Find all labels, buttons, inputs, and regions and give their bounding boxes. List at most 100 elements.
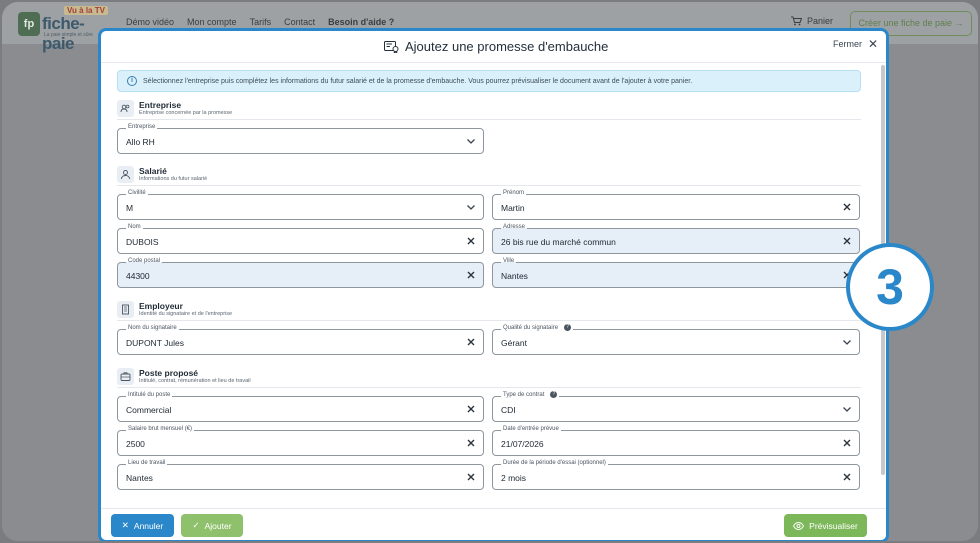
info-icon: i [127,76,137,86]
section-title: Salarié [139,166,167,176]
section-subtitle: Intitulé, contrat, rémunération et lieu … [139,378,251,384]
field-value: Gérant [501,338,527,348]
clear-icon[interactable] [841,201,853,213]
help-icon[interactable]: ? [564,324,572,331]
lieu-travail-field[interactable]: Lieu de travail Nantes [117,459,484,490]
site-logo[interactable]: fp fiche-paie Vu à la TV La paie simple … [18,6,108,53]
building-icon [117,301,134,318]
field-label: Nom du signataire [126,324,179,333]
intitule-poste-field[interactable]: Intitulé du poste Commercial [117,391,484,422]
clear-icon[interactable] [841,235,853,247]
prenom-field[interactable]: Prénom Martin [492,189,860,220]
close-icon: ✕ [868,37,879,51]
field-value: Martin [501,203,525,213]
nav-contact[interactable]: Contact [284,17,315,27]
periode-essai-field[interactable]: Durée de la période d'essai (optionnel) … [492,459,860,490]
field-value: M [126,203,134,213]
clear-icon[interactable] [841,437,853,449]
type-contrat-select[interactable]: Type de contrat? CDI [492,391,860,422]
section-title: Employeur [139,301,183,311]
eye-icon [793,521,805,530]
section-title: Entreprise [139,100,182,110]
clear-icon[interactable] [465,471,477,483]
cart-label: Panier [807,16,834,26]
salaire-field[interactable]: Salaire brut mensuel (€) 2500 [117,425,484,456]
info-text: Sélectionnez l'entreprise puis complétez… [143,77,693,85]
adresse-field[interactable]: Adresse 26 bis rue du marché commun [492,223,860,254]
screenshot-frame: fp fiche-paie Vu à la TV La paie simple … [2,2,978,541]
help-icon[interactable]: ? [550,391,558,398]
users-icon [117,100,134,117]
add-button[interactable]: ✓ Ajouter [181,514,243,537]
field-value: Allo RH [126,137,155,147]
entreprise-select[interactable]: Entreprise Allo RH [117,123,484,154]
clear-icon[interactable] [465,437,477,449]
clear-icon[interactable] [465,235,477,247]
section-entreprise: Entreprise Entreprise concernée par la p… [117,100,861,120]
section-subtitle: Identité du signataire et de l'entrepris… [139,311,233,317]
clear-icon[interactable] [465,336,477,348]
section-poste: Poste proposé Intitulé, contrat, rémunér… [117,368,861,388]
close-button[interactable]: Fermer ✕ [833,37,878,51]
preview-label: Prévisualiser [809,520,858,531]
section-subtitle: Informations du futur salarié [139,176,208,182]
section-subtitle: Entreprise concernée par la promesse [139,110,233,116]
date-entree-field[interactable]: Date d'entrée prévue 21/07/2026 [492,425,860,456]
code-postal-field[interactable]: Code postal 44300 [117,257,484,288]
field-label: Qualité du signataire? [501,324,574,334]
nav-mon-compte[interactable]: Mon compte [187,17,237,27]
info-banner: i Sélectionnez l'entreprise puis complét… [117,70,861,92]
main-nav: Démo vidéo Mon compte Tarifs Contact Bes… [126,17,394,27]
preview-button[interactable]: Prévisualiser [784,514,867,537]
field-label-text: Type de contrat [503,392,545,399]
field-value: CDI [501,405,516,415]
field-label: Lieu de travail [126,459,168,468]
clear-icon[interactable] [465,403,477,415]
civilite-select[interactable]: Civilité M [117,189,484,220]
field-label: Entreprise [126,123,158,132]
logo-tv-tag: Vu à la TV [64,6,108,15]
chevron-down-icon [843,407,851,412]
field-value: Nantes [126,473,153,483]
clear-icon[interactable] [841,471,853,483]
section-employeur: Employeur Identité du signataire et de l… [117,301,861,321]
check-icon: ✓ [192,520,200,530]
ville-field[interactable]: Ville Nantes [492,257,860,288]
step-number-badge: 3 [846,243,934,331]
field-label: Durée de la période d'essai (optionnel) [501,459,608,468]
qualite-signataire-select[interactable]: Qualité du signataire? Gérant [492,324,860,355]
field-value: 44300 [126,271,150,281]
section-salarie: Salarié Informations du futur salarié [117,166,861,186]
field-value: DUBOIS [126,237,159,247]
field-label: Nom [126,223,143,232]
close-icon: ✕ [121,520,129,530]
modal-footer: ✕ Annuler ✓ Ajouter Prévisualiser [101,508,886,540]
nav-tarifs[interactable]: Tarifs [250,17,272,27]
field-value: 21/07/2026 [501,439,544,449]
add-label: Ajouter [204,520,232,531]
nom-field[interactable]: Nom DUBOIS [117,223,484,254]
logo-badge: fp [18,12,40,36]
field-value: Commercial [126,405,172,415]
field-value: 26 bis rue du marché commun [501,237,616,247]
field-label: Ville [501,257,517,266]
field-label: Intitulé du poste [126,391,173,400]
cancel-label: Annuler [133,520,164,531]
cart-link[interactable]: Panier [791,16,833,26]
field-label: Type de contrat? [501,391,560,401]
briefcase-icon [117,368,134,385]
nav-aide[interactable]: Besoin d'aide ? [328,17,394,27]
cart-icon [791,16,802,26]
field-value: DUPONT Jules [126,338,184,348]
nav-demo-video[interactable]: Démo vidéo [126,17,174,27]
section-title: Poste proposé [139,368,199,378]
field-value: 2 mois [501,473,527,483]
field-label: Date d'entrée prévue [501,425,561,434]
field-value: 2500 [126,439,145,449]
chevron-down-icon [843,340,851,345]
field-label: Civilité [126,189,148,198]
nom-signataire-field[interactable]: Nom du signataire DUPONT Jules [117,324,484,355]
cancel-button[interactable]: ✕ Annuler [111,514,174,537]
promesse-embauche-modal: Ajoutez une promesse d'embauche Fermer ✕… [98,28,889,541]
clear-icon[interactable] [465,269,477,281]
